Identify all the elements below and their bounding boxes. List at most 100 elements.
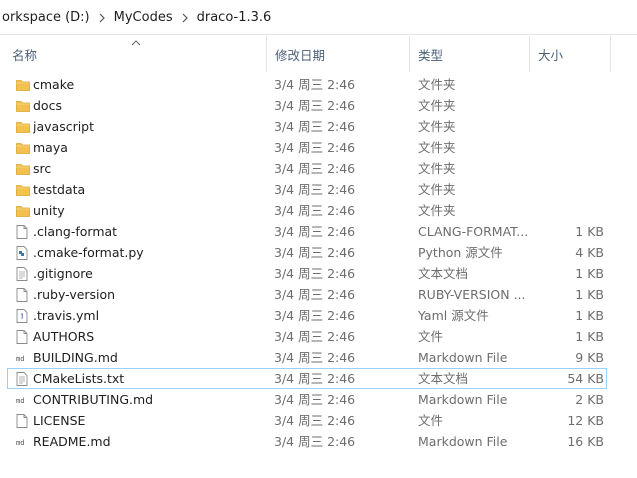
chevron-right-icon[interactable]	[92, 0, 112, 35]
file-size: 4 KB	[575, 245, 604, 260]
file-type: 文件夹	[418, 161, 456, 176]
file-type: 文件	[418, 329, 444, 344]
file-date: 3/4 周三 2:46	[274, 287, 356, 302]
file-size	[528, 138, 604, 157]
file-date: 3/4 周三 2:46	[274, 140, 356, 155]
file-row[interactable]: .gitignore 3/4 周三 2:46 文本文档 1 KB	[7, 263, 607, 284]
file-date: 3/4 周三 2:46	[274, 98, 356, 113]
svg-text:md: md	[16, 355, 24, 363]
svg-text:md: md	[16, 397, 24, 405]
file-size: 1 KB	[575, 224, 604, 239]
file-size: 1 KB	[575, 308, 604, 323]
file-row[interactable]: md CONTRIBUTING.md 3/4 周三 2:46 Markdown Fil…	[7, 389, 607, 410]
file-row[interactable]: maya 3/4 周三 2:46 文件夹	[7, 137, 607, 158]
file-icon	[16, 222, 30, 241]
file-row[interactable]: testdata 3/4 周三 2:46 文件夹	[7, 179, 607, 200]
python-file-icon	[16, 243, 30, 262]
folder-icon	[16, 75, 30, 94]
file-date: 3/4 周三 2:46	[274, 329, 356, 344]
file-row[interactable]: md README.md 3/4 周三 2:46 Markdown File 16 KB	[7, 431, 607, 452]
folder-icon	[16, 138, 30, 157]
file-type: 文件夹	[418, 182, 456, 197]
text-file-icon	[16, 264, 30, 283]
file-size: 1 KB	[575, 266, 604, 281]
file-row[interactable]: .clang-format 3/4 周三 2:46 CLANG-FORMAT... 1…	[7, 221, 607, 242]
file-type: Yaml 源文件	[418, 308, 489, 323]
column-type[interactable]: 类型	[410, 36, 530, 72]
file-name: testdata	[33, 182, 86, 197]
file-row[interactable]: src 3/4 周三 2:46 文件夹	[7, 158, 607, 179]
file-name: .travis.yml	[33, 308, 100, 323]
column-name-label: 名称	[12, 47, 38, 63]
file-type: Python 源文件	[418, 245, 503, 260]
file-size: 2 KB	[575, 392, 604, 407]
file-size	[528, 159, 604, 178]
text-file-icon	[16, 369, 30, 388]
file-size	[528, 180, 604, 199]
file-size	[528, 96, 604, 115]
markdown-file-icon: md	[16, 348, 30, 367]
file-row[interactable]: .ruby-version 3/4 周三 2:46 RUBY-VERSION ...…	[7, 284, 607, 305]
file-icon	[16, 327, 30, 346]
file-row[interactable]: md BUILDING.md 3/4 周三 2:46 Markdown File 9 K…	[7, 347, 607, 368]
file-row[interactable]: unity 3/4 周三 2:46 文件夹	[7, 200, 607, 221]
breadcrumb-draco[interactable]: draco-1.3.6	[195, 10, 274, 25]
file-row[interactable]: docs 3/4 周三 2:46 文件夹	[7, 95, 607, 116]
file-row[interactable]: LICENSE 3/4 周三 2:46 文件 12 KB	[7, 410, 607, 431]
file-type: 文件夹	[418, 203, 456, 218]
file-type: 文件夹	[418, 119, 456, 134]
column-type-label: 类型	[418, 47, 444, 63]
column-size[interactable]: 大小	[530, 36, 611, 72]
folder-icon	[16, 159, 30, 178]
file-date: 3/4 周三 2:46	[274, 245, 356, 260]
file-name: maya	[33, 140, 68, 155]
file-date: 3/4 周三 2:46	[274, 119, 356, 134]
address-bar[interactable]: orkspace (D:) MyCodes draco-1.3.6	[0, 0, 637, 35]
file-icon	[16, 411, 30, 430]
file-row[interactable]: AUTHORS 3/4 周三 2:46 文件 1 KB	[7, 326, 607, 347]
file-row[interactable]: javascript 3/4 周三 2:46 文件夹	[7, 116, 607, 137]
chevron-right-icon[interactable]	[175, 0, 195, 35]
folder-icon	[16, 180, 30, 199]
file-name: AUTHORS	[33, 329, 95, 344]
file-row[interactable]: .travis.yml 3/4 周三 2:46 Yaml 源文件 1 KB	[7, 305, 607, 326]
file-row[interactable]: .cmake-format.py 3/4 周三 2:46 Python 源文件 4 K…	[7, 242, 607, 263]
file-date: 3/4 周三 2:46	[274, 77, 356, 92]
markdown-file-icon: md	[16, 390, 30, 409]
file-name: docs	[33, 98, 62, 113]
file-type: Markdown File	[418, 392, 508, 407]
file-name: README.md	[33, 434, 111, 449]
file-date: 3/4 周三 2:46	[274, 371, 356, 386]
file-name: cmake	[33, 77, 75, 92]
file-name: src	[33, 161, 52, 176]
file-name: LICENSE	[33, 413, 86, 428]
file-date: 3/4 周三 2:46	[274, 434, 356, 449]
file-name: CONTRIBUTING.md	[33, 392, 154, 407]
svg-text:md: md	[16, 439, 24, 447]
file-name: javascript	[33, 119, 95, 134]
file-date: 3/4 周三 2:46	[274, 266, 356, 281]
file-size	[528, 201, 604, 220]
file-size	[528, 75, 604, 94]
file-type: 文件夹	[418, 140, 456, 155]
file-date: 3/4 周三 2:46	[274, 182, 356, 197]
breadcrumb-workspace[interactable]: orkspace (D:)	[0, 10, 92, 25]
markdown-file-icon: md	[16, 432, 30, 451]
file-name: .cmake-format.py	[33, 245, 144, 260]
column-date[interactable]: 修改日期	[267, 36, 410, 72]
file-name: CMakeLists.txt	[33, 371, 125, 386]
folder-icon	[16, 117, 30, 136]
file-size: 54 KB	[567, 371, 604, 386]
breadcrumb-mycodes[interactable]: MyCodes	[112, 10, 175, 25]
file-size: 1 KB	[575, 329, 604, 344]
file-size: 1 KB	[575, 287, 604, 302]
file-size: 9 KB	[575, 350, 604, 365]
folder-icon	[16, 96, 30, 115]
file-row[interactable]: CMakeLists.txt 3/4 周三 2:46 文本文档 54 KB	[7, 368, 607, 389]
file-type: 文本文档	[418, 266, 469, 281]
file-name: .gitignore	[33, 266, 93, 281]
file-date: 3/4 周三 2:46	[274, 203, 356, 218]
file-date: 3/4 周三 2:46	[274, 350, 356, 365]
file-row[interactable]: cmake 3/4 周三 2:46 文件夹	[7, 74, 607, 95]
file-icon	[16, 285, 30, 304]
